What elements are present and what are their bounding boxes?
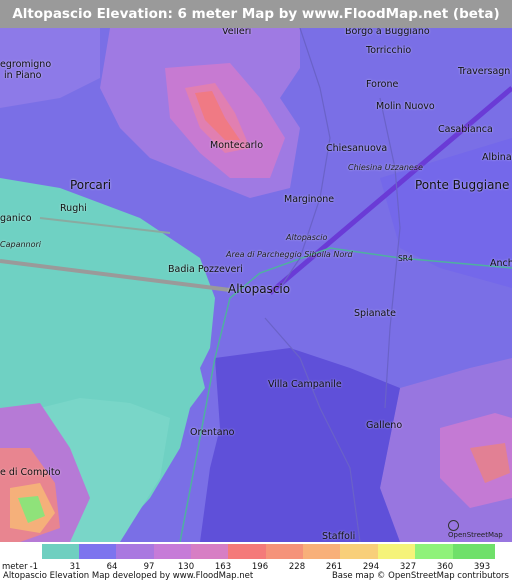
town-label: Porcari	[70, 178, 112, 192]
place-label: Forone	[366, 79, 399, 90]
legend-swatch	[415, 544, 453, 559]
place-label: Orentano	[190, 427, 235, 438]
legend-swatch	[42, 544, 79, 559]
legend-tick: 228	[288, 562, 306, 572]
road-label: Area di Parcheggio Sibolla Nord	[226, 250, 353, 259]
place-label: Anch	[490, 258, 512, 269]
road-label: Chiesina Uzzanese	[348, 163, 423, 172]
place-label: Staffoli	[322, 531, 356, 542]
place-label: Albinat	[482, 152, 512, 163]
footer-credit: Altopascio Elevation Map developed by ww…	[3, 571, 254, 581]
lowland-south	[200, 348, 400, 542]
footer-attribution[interactable]: Base map © OpenStreetMap contributors	[332, 571, 509, 581]
place-label: Rughi	[60, 203, 87, 214]
map-title: Altopascio Elevation: 6 meter Map by www…	[0, 0, 512, 28]
place-label: Chiesanuova	[326, 143, 388, 154]
osm-badge-text: OpenStreetMap	[448, 531, 503, 539]
legend-swatch	[79, 544, 116, 559]
road-label: Capannori	[0, 240, 42, 249]
place-label: Spianate	[354, 308, 396, 319]
place-label: e di Compito	[0, 467, 61, 478]
town-label-main: Altopascio	[228, 282, 291, 296]
place-label: Molin Nuovo	[376, 101, 435, 112]
place-label: Borgo a Buggiano	[345, 28, 430, 37]
legend-swatch	[340, 544, 378, 559]
legend-swatch	[453, 544, 495, 559]
place-label: ganico	[0, 213, 32, 224]
osm-badge[interactable]: OpenStreetMap	[448, 520, 508, 540]
place-label: Casabianca	[438, 124, 493, 135]
elevation-map[interactable]: Velleri Borgo a Buggiano Torricchio egro…	[0, 28, 512, 542]
place-label: Galleno	[366, 420, 403, 431]
elevation-legend: meter -1 31 64 97 130 163 196 228 261 294…	[0, 542, 512, 582]
magnifier-icon	[448, 520, 459, 531]
place-label: Montecarlo	[210, 140, 264, 151]
road-label: SR4	[398, 254, 413, 263]
town-label: Ponte Buggiane	[415, 178, 510, 192]
place-label: egromigno	[0, 59, 52, 70]
map-page: Altopascio Elevation: 6 meter Map by www…	[0, 0, 512, 582]
place-label: in Piano	[4, 70, 42, 81]
place-label: Badia Pozzeveri	[168, 264, 243, 275]
legend-swatch	[191, 544, 228, 559]
legend-swatch	[116, 544, 154, 559]
place-label: Torricchio	[366, 45, 412, 56]
place-label: Traversagn	[458, 66, 511, 77]
place-label: Villa Campanile	[268, 379, 342, 390]
legend-swatch	[228, 544, 266, 559]
legend-swatch	[303, 544, 340, 559]
legend-swatch	[154, 544, 191, 559]
legend-swatch	[378, 544, 415, 559]
road-label: Altopascio	[286, 233, 328, 242]
legend-swatch	[266, 544, 303, 559]
place-label: Velleri	[222, 28, 252, 37]
place-label: Marginone	[284, 194, 335, 205]
